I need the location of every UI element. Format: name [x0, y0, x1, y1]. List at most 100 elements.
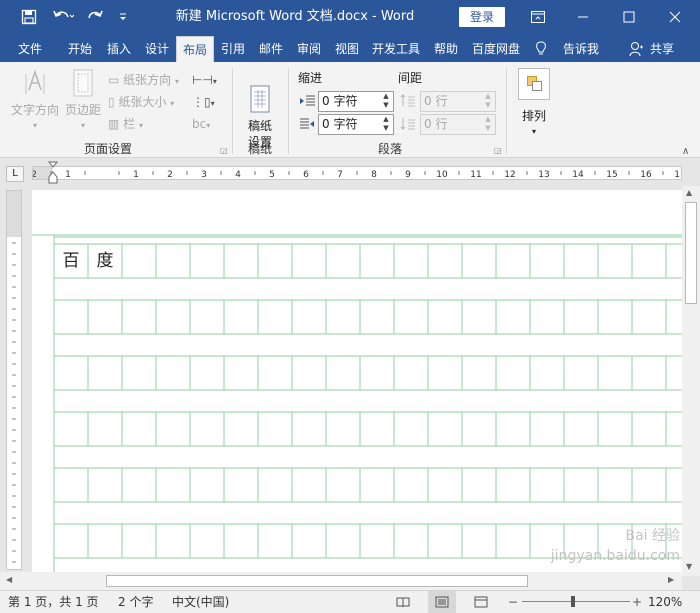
hyphenation-icon[interactable]: bc▾: [192, 114, 210, 134]
ribbon: 文字方向 ▾ 页边距 ▾ ▭ 纸张方向 ▾ ▯ 纸张大小 ▾ ▥ 栏 ▾ ⊢⊣▾…: [0, 62, 700, 158]
ribbon-tabs: 文件 开始 插入 设计 布局 引用 邮件 审阅 视图 开发工具 帮助 百度网盘 …: [0, 34, 700, 62]
scroll-down-icon[interactable]: ▼: [686, 562, 692, 571]
tab-design[interactable]: 设计: [138, 36, 176, 62]
tab-file[interactable]: 文件: [8, 36, 52, 62]
tell-me-search[interactable]: 告诉我: [558, 36, 604, 62]
group-divider: [506, 68, 507, 154]
spacing-after-input[interactable]: 0 行 ▲ ▼: [420, 114, 496, 135]
spinner-arrows-icon[interactable]: ▲ ▼: [381, 92, 391, 111]
spinner-arrows-icon[interactable]: ▲ ▼: [483, 92, 493, 111]
columns-icon: ▥: [108, 117, 120, 131]
tab-view[interactable]: 视图: [328, 36, 366, 62]
ruler-number: 7: [337, 170, 343, 179]
chevron-down-icon: ▾: [170, 99, 175, 108]
scroll-left-icon[interactable]: ◀: [6, 575, 12, 584]
orientation-icon: ▭: [108, 73, 120, 87]
zoom-slider-track[interactable]: [522, 601, 630, 602]
arrange-button[interactable]: 排列 ▾: [516, 68, 552, 140]
zoom-slider-handle[interactable]: [571, 596, 575, 607]
vertical-ruler-ticks: [12, 242, 16, 563]
paper-size-icon: ▯: [108, 95, 115, 109]
dialog-launcher-icon[interactable]: ◲: [494, 146, 502, 155]
share-person-icon[interactable]: [628, 36, 644, 62]
tab-baidu-netdisk[interactable]: 百度网盘: [466, 36, 526, 62]
tab-references[interactable]: 引用: [214, 36, 252, 62]
zoom-level[interactable]: 120%: [648, 591, 682, 613]
word-count[interactable]: 2 个字: [118, 591, 153, 613]
indent-left-icon: [298, 94, 316, 111]
print-layout-icon[interactable]: [428, 591, 456, 613]
spinner-arrows-icon[interactable]: ▲ ▼: [483, 115, 493, 134]
maximize-icon[interactable]: [606, 0, 652, 34]
language[interactable]: 中文(中国): [172, 591, 229, 613]
tab-help[interactable]: 帮助: [428, 36, 464, 62]
dialog-launcher-icon[interactable]: ◲: [220, 146, 228, 155]
scroll-thumb[interactable]: [685, 202, 697, 304]
status-bar: 第 1 页，共 1 页 2 个字 中文(中国) − + 120%: [0, 590, 700, 613]
tab-home[interactable]: 开始: [60, 36, 100, 62]
manuscript-group-label: 稿纸: [247, 142, 272, 156]
orientation-label: 纸张方向: [123, 73, 172, 87]
customize-icon[interactable]: [108, 0, 138, 34]
indent-marker-icon[interactable]: [47, 161, 59, 185]
chevron-down-icon: ▾: [139, 121, 144, 130]
login-button[interactable]: 登录: [459, 7, 505, 27]
ruler-number: 17: [674, 170, 681, 179]
orientation-button[interactable]: ▭ 纸张方向 ▾: [108, 70, 179, 90]
vertical-scrollbar[interactable]: ▲ ▼: [682, 186, 700, 576]
minimize-icon[interactable]: [560, 0, 606, 34]
spinner-arrows-icon[interactable]: ▲ ▼: [381, 115, 391, 134]
tab-insert[interactable]: 插入: [100, 36, 138, 62]
tab-layout[interactable]: 布局: [176, 36, 214, 62]
columns-button[interactable]: ▥ 栏 ▾: [108, 114, 143, 134]
lightbulb-icon[interactable]: [534, 36, 548, 62]
scroll-up-icon[interactable]: ▲: [686, 188, 692, 197]
save-icon[interactable]: [14, 0, 44, 34]
grid-character[interactable]: 百: [54, 244, 88, 278]
size-button[interactable]: ▯ 纸张大小 ▾: [108, 92, 174, 112]
tab-selector-icon[interactable]: L: [6, 166, 24, 182]
zoom-out-icon[interactable]: −: [508, 591, 518, 613]
title-bar: 新建 Microsoft Word 文档.docx - Word 登录: [0, 0, 700, 34]
scroll-right-icon[interactable]: ▶: [668, 575, 674, 584]
manuscript-grid: [32, 234, 682, 572]
horizontal-scrollbar[interactable]: ◀ ▶: [0, 572, 682, 590]
horizontal-ruler[interactable]: 21123456789101112131415161718: [32, 166, 682, 180]
ruler-number: 1: [65, 170, 71, 179]
undo-icon[interactable]: [48, 0, 78, 34]
page-count[interactable]: 第 1 页，共 1 页: [8, 591, 99, 613]
ribbon-display-icon[interactable]: [515, 0, 561, 34]
manuscript-icon: [250, 85, 270, 113]
indent-right-input[interactable]: 0 字符 ▲ ▼: [318, 114, 394, 135]
indent-right-icon: [298, 117, 316, 134]
size-label: 纸张大小: [118, 95, 167, 109]
zoom-in-icon[interactable]: +: [632, 591, 642, 613]
line-numbers-icon[interactable]: ⋮▯▾: [192, 92, 215, 112]
ruler-number: 2: [33, 170, 37, 179]
web-layout-icon[interactable]: [474, 591, 488, 613]
spacing-after-icon: [400, 117, 416, 134]
indent-left-input[interactable]: 0 字符 ▲ ▼: [318, 91, 394, 112]
horizontal-scroll-thumb[interactable]: [106, 575, 528, 587]
tab-mailings[interactable]: 邮件: [252, 36, 290, 62]
margins-label: 页边距: [64, 103, 101, 117]
breaks-icon[interactable]: ⊢⊣▾: [192, 70, 217, 90]
ruler-number: 3: [201, 170, 207, 179]
margins-button[interactable]: 页边距 ▾: [62, 68, 104, 134]
ruler-number: 11: [470, 170, 481, 179]
close-icon[interactable]: [652, 0, 698, 34]
chevron-down-icon: ▾: [531, 127, 536, 136]
collapse-ribbon-icon[interactable]: ∧: [682, 146, 689, 157]
text-direction-button[interactable]: 文字方向 ▾: [8, 68, 62, 134]
document-page[interactable]: 百 度 Bai 经验 jingyan.baidu.com: [32, 190, 682, 572]
chevron-down-icon: ▾: [80, 121, 85, 130]
grid-character[interactable]: 度: [88, 244, 122, 278]
share-button[interactable]: 共享: [646, 36, 678, 62]
arrange-icon: [518, 68, 550, 100]
vertical-ruler[interactable]: [6, 190, 22, 570]
tab-review[interactable]: 审阅: [290, 36, 328, 62]
spacing-before-input[interactable]: 0 行 ▲ ▼: [420, 91, 496, 112]
read-mode-icon[interactable]: [396, 591, 410, 613]
redo-icon[interactable]: [80, 0, 110, 34]
tab-developer[interactable]: 开发工具: [366, 36, 426, 62]
